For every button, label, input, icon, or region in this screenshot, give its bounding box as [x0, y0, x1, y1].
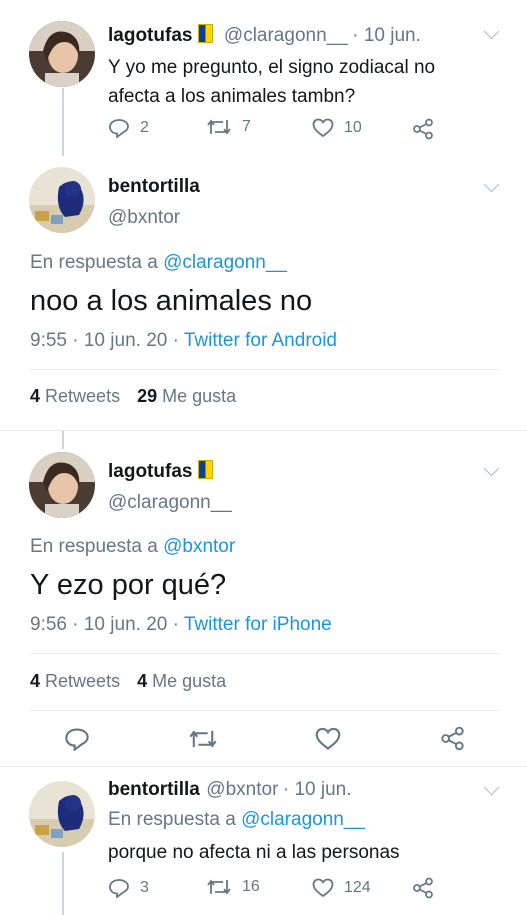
avatar[interactable]	[29, 167, 95, 233]
avatar[interactable]	[29, 452, 95, 518]
reply-context: En respuesta a @claragonn__	[30, 252, 287, 274]
retweet-button[interactable]: 7	[206, 118, 251, 136]
retweets-label: Retweets	[45, 386, 121, 406]
share-button[interactable]	[412, 118, 434, 140]
reply-context: En respuesta a @claragonn__	[108, 809, 365, 831]
reply-button[interactable]	[64, 727, 90, 756]
tweet-timestamp[interactable]: 9:55 · 10 jun. 20 ·	[30, 330, 179, 351]
reply-prefix: En respuesta a	[108, 809, 236, 830]
likes-stat[interactable]: 29 Me gusta	[137, 386, 236, 406]
divider	[30, 653, 500, 654]
tweet-meta: 9:55 · 10 jun. 20 · Twitter for Android	[30, 330, 337, 352]
tweet-timestamp[interactable]: 9:56 · 10 jun. 20 ·	[30, 614, 179, 635]
retweet-icon	[207, 879, 231, 895]
reply-context: En respuesta a @bxntor	[30, 536, 235, 558]
tweet-text: porque no afecta ni a las personas	[108, 842, 400, 863]
like-button[interactable]	[315, 727, 341, 756]
tweet-text: Y ezo por qué?	[30, 569, 227, 601]
tweet-text-line: Y yo me pregunto, el signo zodiacal no	[108, 57, 436, 78]
likes-label: Me gusta	[162, 386, 237, 406]
heart-icon	[312, 118, 334, 138]
retweet-count: 7	[242, 118, 251, 135]
divider	[30, 710, 500, 711]
display-name[interactable]: bentortilla	[108, 176, 200, 198]
like-button[interactable]: 124	[312, 878, 371, 898]
divider	[0, 430, 527, 431]
chevron-down-icon[interactable]	[483, 460, 500, 477]
reply-count: 2	[140, 119, 149, 136]
reply-prefix: En respuesta a	[30, 536, 158, 557]
share-button[interactable]	[412, 877, 434, 899]
share-icon	[413, 877, 433, 899]
tweet-stats: 4 Retweets 29 Me gusta	[30, 386, 236, 407]
reply-icon	[65, 728, 89, 752]
retweets-count: 4	[30, 386, 41, 406]
tweet-header: lagotufas @claragonn__ · 10 jun.	[108, 24, 421, 47]
tweet-text: Y yo me pregunto, el signo zodiacal no a…	[108, 53, 435, 111]
reply-prefix: En respuesta a	[30, 252, 158, 273]
retweet-icon	[207, 119, 231, 135]
retweet-count: 16	[242, 878, 260, 895]
chevron-down-icon[interactable]	[483, 23, 500, 40]
reply-icon	[109, 119, 129, 138]
thread-line	[62, 431, 64, 449]
reply-count: 3	[140, 879, 149, 896]
tweet-date[interactable]: · 10 jun.	[283, 779, 352, 800]
reply-button[interactable]: 2	[108, 118, 149, 138]
chevron-down-icon[interactable]	[483, 176, 500, 193]
retweets-count: 4	[30, 671, 41, 691]
like-button[interactable]: 10	[312, 118, 362, 138]
like-count: 124	[344, 879, 371, 896]
username[interactable]: @bxntor	[108, 207, 200, 229]
reply-button[interactable]: 3	[108, 878, 149, 898]
username[interactable]: @claragonn__	[224, 25, 348, 46]
retweets-label: Retweets	[45, 671, 121, 691]
likes-count: 4	[137, 671, 148, 691]
tweet-header: bentortilla @bxntor · 10 jun.	[108, 779, 352, 801]
tweet-source[interactable]: Twitter for Android	[184, 330, 337, 351]
tweet-author: lagotufas @claragonn__	[108, 460, 232, 514]
tweet-meta: 9:56 · 10 jun. 20 · Twitter for iPhone	[30, 614, 332, 636]
avatar[interactable]	[29, 21, 95, 87]
heart-icon	[312, 878, 334, 898]
likes-label: Me gusta	[152, 671, 227, 691]
likes-count: 29	[137, 386, 158, 406]
retweets-stat[interactable]: 4 Retweets	[30, 671, 120, 691]
share-button[interactable]	[440, 726, 465, 756]
mention-link[interactable]: @claragonn__	[163, 252, 287, 273]
reply-icon	[109, 879, 129, 898]
tweet-source[interactable]: Twitter for iPhone	[184, 614, 332, 635]
retweet-button[interactable]: 16	[206, 878, 260, 896]
divider	[30, 369, 500, 370]
username[interactable]: @claragonn__	[108, 492, 232, 514]
tweet-text: noo a los animales no	[30, 285, 313, 317]
display-name[interactable]: bentortilla	[108, 779, 200, 800]
retweets-stat[interactable]: 4 Retweets	[30, 386, 120, 406]
mention-link[interactable]: @bxntor	[163, 536, 235, 557]
tweet-date[interactable]: · 10 jun.	[352, 25, 421, 46]
divider	[0, 766, 527, 767]
username[interactable]: @bxntor	[206, 779, 278, 800]
retweet-button[interactable]	[188, 728, 218, 755]
heart-icon	[315, 727, 341, 750]
tweet-stats: 4 Retweets 4 Me gusta	[30, 671, 226, 692]
flag-icon	[198, 460, 214, 479]
likes-stat[interactable]: 4 Me gusta	[137, 671, 226, 691]
like-count: 10	[344, 119, 362, 136]
share-icon	[413, 118, 433, 140]
chevron-down-icon[interactable]	[483, 779, 500, 796]
thread-line	[62, 88, 64, 156]
tweet-text-line: afecta a los animales tambn?	[108, 86, 356, 107]
flag-icon	[198, 24, 214, 43]
share-icon	[441, 726, 464, 751]
avatar[interactable]	[29, 781, 95, 847]
mention-link[interactable]: @claragonn__	[241, 809, 365, 830]
thread-line	[62, 852, 64, 915]
tweet-author: bentortilla @bxntor	[108, 176, 200, 229]
retweet-icon	[189, 730, 217, 748]
display-name[interactable]: lagotufas	[108, 25, 192, 46]
display-name[interactable]: lagotufas	[108, 461, 192, 482]
